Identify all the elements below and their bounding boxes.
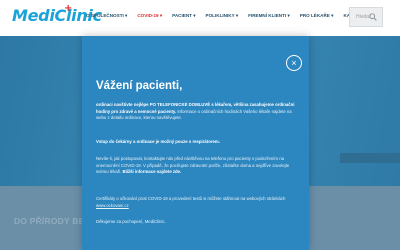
- modal-paragraph-1: ordinaci navštivte nejlépe PO TELEFONICK…: [96, 102, 296, 122]
- nav-item-pacient[interactable]: PACIENT ▾: [172, 13, 195, 19]
- close-modal-button[interactable]: ×: [286, 55, 302, 71]
- nav-item-firemni-klienti[interactable]: FIREMNÍ KLIENTI ▾: [248, 13, 290, 19]
- search-icon[interactable]: [369, 13, 377, 21]
- site-header: MediClinic + O SPOLEČNOSTI ▾ COVID-19 ▾ …: [0, 0, 400, 36]
- paragraph-2-bold: Vstup do čekárny a ordinace je možný pou…: [96, 139, 220, 144]
- nav-item-polikliniky[interactable]: POLIKLINIKY ▾: [206, 13, 239, 19]
- nav-item-o-spolecnosti[interactable]: O SPOLEČNOSTI ▾: [86, 13, 127, 19]
- side-tab: [340, 153, 400, 163]
- modal-paragraph-5: Děkujeme za pochopení, MediClinic.: [96, 219, 296, 226]
- nav-item-covid-19[interactable]: COVID-19 ▾: [137, 13, 162, 19]
- modal-paragraph-4: Certifikáty o očkování proti COVID-19 a …: [96, 196, 296, 209]
- ockovani-link[interactable]: www.ockovani.cz: [96, 203, 129, 208]
- paragraph-4-text: Certifikáty o očkování proti COVID-19 a …: [96, 196, 286, 201]
- modal-paragraph-3: Nevíte-li, jak postupovat, kontaktujte n…: [96, 156, 296, 176]
- nav-item-pro-lekare[interactable]: PRO LÉKAŘE ▾: [300, 13, 334, 19]
- close-icon: ×: [291, 58, 297, 68]
- search-box[interactable]: Hledat: [349, 7, 383, 27]
- main-nav: O SPOLEČNOSTI ▾ COVID-19 ▾ PACIENT ▾ POL…: [86, 13, 368, 19]
- more-info-link[interactable]: Bližší informace najdete zde.: [123, 169, 182, 174]
- modal-paragraph-2: Vstup do čekárny a ordinace je možný pou…: [96, 139, 296, 146]
- logo-cross-icon: +: [64, 3, 73, 14]
- modal-title: Vážení pacienti,: [96, 80, 183, 92]
- paragraph-5-text: Děkujeme za pochopení, MediClinic.: [96, 219, 166, 224]
